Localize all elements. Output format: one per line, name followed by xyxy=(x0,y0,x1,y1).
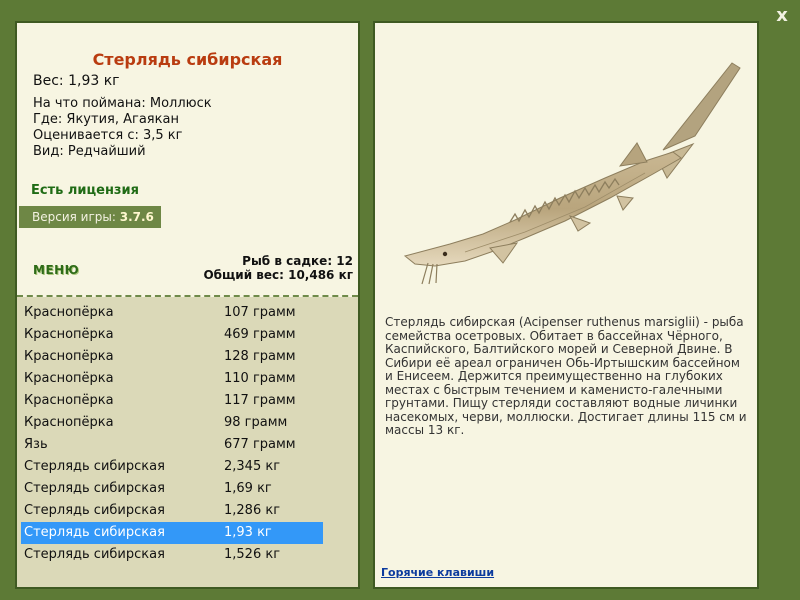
catch-fish-weight: 469 грамм xyxy=(224,327,296,342)
catch-fish-weight: 1,69 кг xyxy=(224,481,272,496)
catch-location: Где: Якутия, Агаякан xyxy=(33,112,179,127)
version-label: Версия игры: xyxy=(32,210,116,224)
catch-fish-name: Стерлядь сибирская xyxy=(24,459,165,474)
menu-button[interactable]: МЕНЮ xyxy=(33,263,79,277)
catch-fish-weight: 117 грамм xyxy=(224,393,296,408)
catch-list-row[interactable]: Краснопёрка 98 грамм xyxy=(21,412,323,434)
catch-fish-name: Стерлядь сибирская xyxy=(24,547,165,562)
catch-fish-name: Краснопёрка xyxy=(24,393,114,408)
license-status: Есть лицензия xyxy=(31,183,139,198)
catch-fish-weight: 107 грамм xyxy=(224,305,296,320)
catch-fish-weight: 1,526 кг xyxy=(224,547,281,562)
catch-fish-name: Краснопёрка xyxy=(24,415,114,430)
fish-title: Стерлядь сибирская xyxy=(92,50,283,69)
total-weight: Общий вес: 10,486 кг xyxy=(203,268,353,282)
catch-fish-weight: 1,286 кг xyxy=(224,503,281,518)
catch-fish-name: Стерлядь сибирская xyxy=(24,525,165,540)
fish-info-panel: Стерлядь сибирская Вес: 1,93 кг На что п… xyxy=(15,21,360,589)
catch-list-row[interactable]: Стерлядь сибирская 2,345 кг xyxy=(21,456,323,478)
fish-weight: Вес: 1,93 кг xyxy=(33,73,120,89)
catch-fish-name: Стерлядь сибирская xyxy=(24,481,165,496)
rarity: Вид: Редчайший xyxy=(33,144,146,159)
fish-details: На что поймана: Моллюск Где: Якутия, Ага… xyxy=(33,96,212,160)
catch-fish-name: Краснопёрка xyxy=(24,349,114,364)
fish-count: Рыб в садке: 12 xyxy=(242,254,353,268)
catch-list-row[interactable]: Краснопёрка 128 грамм xyxy=(21,346,323,368)
catch-fish-name: Краснопёрка xyxy=(24,371,114,386)
catch-list-area: Краснопёрка 107 грамм Краснопёрка 469 грамм… xyxy=(17,297,358,587)
catch-fish-weight: 677 грамм xyxy=(224,437,296,452)
sterlet-image xyxy=(403,62,741,285)
catch-list-row[interactable]: Стерлядь сибирская 1,69 кг xyxy=(21,478,323,500)
version-bar: Версия игры: 3.7.6 xyxy=(19,206,161,228)
catch-list-row[interactable]: Краснопёрка 117 грамм xyxy=(21,390,323,412)
catch-list-row[interactable]: Стерлядь сибирская 1,526 кг xyxy=(21,544,323,566)
fish-description: Стерлядь сибирская (Acipenser ruthenus m… xyxy=(385,315,747,437)
caught-with: На что поймана: Моллюск xyxy=(33,96,212,111)
catch-list-row[interactable]: Краснопёрка 469 грамм xyxy=(21,324,323,346)
catch-fish-name: Краснопёрка xyxy=(24,327,114,342)
catch-fish-name: Краснопёрка xyxy=(24,305,114,320)
hotkeys-link[interactable]: Горячие клавиши xyxy=(381,566,494,579)
keepnet-stats: Рыб в садке: 12 Общий вес: 10,486 кг xyxy=(203,254,353,282)
catch-list-row[interactable]: Стерлядь сибирская 1,286 кг xyxy=(21,500,323,522)
catch-list-row[interactable]: Язь 677 грамм xyxy=(21,434,323,456)
version-number: 3.7.6 xyxy=(119,210,154,224)
catch-fish-name: Язь xyxy=(24,437,48,452)
fish-description-panel: Стерлядь сибирская (Acipenser ruthenus m… xyxy=(373,21,759,589)
catch-list-row[interactable]: Стерлядь сибирская 1,93 кг xyxy=(21,522,323,544)
catch-fish-weight: 128 грамм xyxy=(224,349,296,364)
valued-from: Оценивается с: 3,5 кг xyxy=(33,128,183,143)
catch-fish-weight: 1,93 кг xyxy=(224,525,272,540)
catch-fish-weight: 98 грамм xyxy=(224,415,288,430)
catch-fish-weight: 2,345 кг xyxy=(224,459,281,474)
catch-list-row[interactable]: Краснопёрка 110 грамм xyxy=(21,368,323,390)
close-button[interactable]: x xyxy=(770,4,794,28)
catch-fish-name: Стерлядь сибирская xyxy=(24,503,165,518)
catch-list: Краснопёрка 107 грамм Краснопёрка 469 грамм… xyxy=(21,302,323,566)
catch-fish-weight: 110 грамм xyxy=(224,371,296,386)
catch-list-row[interactable]: Краснопёрка 107 грамм xyxy=(21,302,323,324)
